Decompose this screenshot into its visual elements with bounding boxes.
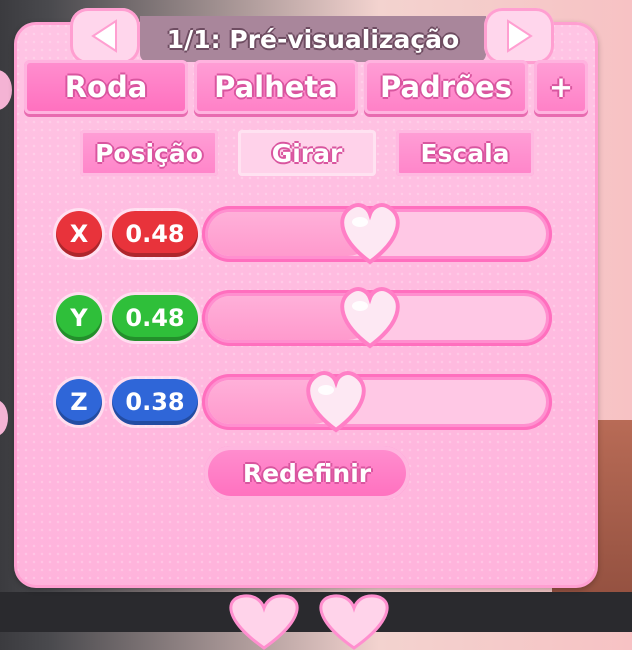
page-title: 1/1: Pré-visualização [166,24,460,54]
slider-row-z: Z 0.38 [56,371,556,433]
slider-y-track[interactable] [202,287,552,349]
previous-button[interactable] [70,8,140,64]
mode-label: Girar [271,138,343,168]
axis-x-icon: X [56,211,102,257]
triangle-right-icon [507,19,533,53]
slider-z-track[interactable] [202,371,552,433]
axis-z-icon: Z [56,379,102,425]
slider-row-y: Y 0.48 [56,287,556,349]
reset-label: Redefinir [242,458,372,488]
mode-label: Posição [95,138,203,168]
mode-girar-button[interactable]: Girar [238,130,376,176]
axis-y-icon: Y [56,295,102,341]
add-tab-button[interactable]: + [534,60,588,114]
next-button[interactable] [484,8,554,64]
slider-x-track[interactable] [202,203,552,265]
mode-escala-button[interactable]: Escala [396,130,534,176]
value-z-label: 0.38 [112,379,198,425]
reset-button[interactable]: Redefinir [204,446,410,500]
heart-icon[interactable] [334,200,406,266]
heart-icon [229,594,389,650]
background-decoration [0,400,8,436]
triangle-left-icon [91,19,117,53]
plus-icon: + [548,70,574,104]
tab-label: Padrões [380,70,512,104]
tab-label: Roda [64,70,148,104]
heart-icon[interactable] [300,368,372,434]
value-y-label: 0.48 [112,295,198,341]
slider-row-x: X 0.48 [56,203,556,265]
background-decoration [0,70,12,110]
customization-panel: 1/1: Pré-visualização Roda Palheta Padrõ… [14,8,598,588]
title-bar: 1/1: Pré-visualização [140,16,486,62]
tab-palheta[interactable]: Palheta [194,60,358,114]
slider-track-inner [208,380,546,424]
mode-posicao-button[interactable]: Posição [80,130,218,176]
tab-padroes[interactable]: Padrões [364,60,528,114]
value-x-label: 0.48 [112,211,198,257]
tab-roda[interactable]: Roda [24,60,188,114]
mode-label: Escala [420,138,510,168]
heart-icon[interactable] [334,284,406,350]
tab-label: Palheta [214,70,338,104]
